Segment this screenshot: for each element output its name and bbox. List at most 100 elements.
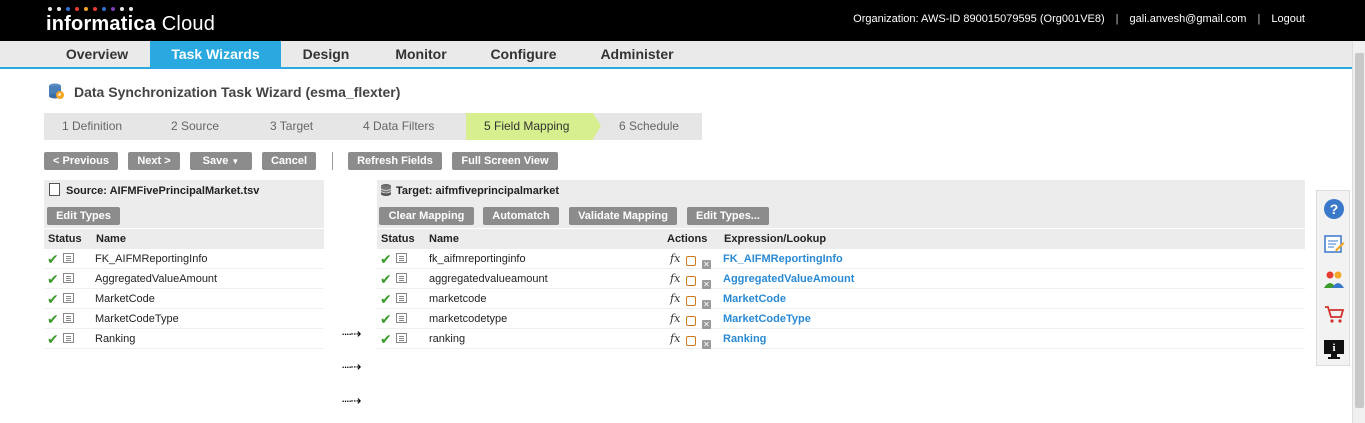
- col-name: Name: [429, 233, 459, 245]
- logo-dot: [48, 7, 52, 11]
- target-field-row[interactable]: ✔ fk_aifmreportinginfo fx ✕ FK_AIFMReporting…: [377, 249, 1305, 269]
- function-icon[interactable]: fx: [670, 329, 680, 349]
- tab-configure[interactable]: Configure: [471, 41, 576, 68]
- logout-link[interactable]: Logout: [1271, 13, 1305, 25]
- tab-task-wizards[interactable]: Task Wizards: [150, 41, 281, 68]
- database-icon: [380, 184, 392, 196]
- logo-dot: [84, 7, 88, 11]
- step-data-filters[interactable]: 4 Data Filters: [363, 113, 434, 140]
- expression-link[interactable]: AggregatedValueAmount: [723, 269, 854, 289]
- community-icon[interactable]: [1323, 268, 1345, 290]
- brand-name: informatica Cloud: [46, 13, 215, 36]
- separator: |: [1115, 13, 1119, 25]
- target-field-row[interactable]: ✔ marketcodetype fx ✕ MarketCodeType: [377, 309, 1305, 329]
- page-title: Data Synchronization Task Wizard (esma_f…: [74, 84, 401, 100]
- cart-icon[interactable]: [1323, 303, 1345, 325]
- target-field-row[interactable]: ✔ aggregatedvalueamount fx ✕ AggregatedValue…: [377, 269, 1305, 289]
- source-field-row[interactable]: ✔ MarketCodeType: [44, 309, 324, 329]
- organization-info: Organization: AWS-ID 890015079595 (Org00…: [853, 13, 1105, 25]
- automatch-button[interactable]: Automatch: [483, 207, 559, 225]
- wizard-steps: 1 Definition 2 Source 3 Target 4 Data Fi…: [44, 113, 702, 140]
- source-field-row[interactable]: ✔ AggregatedValueAmount: [44, 269, 324, 289]
- svg-text:?: ?: [1330, 201, 1339, 217]
- field-details-icon[interactable]: [396, 289, 407, 309]
- logo-dot: [120, 7, 124, 11]
- tab-overview[interactable]: Overview: [44, 41, 150, 68]
- clear-icon[interactable]: ✕: [702, 334, 711, 354]
- field-details-icon[interactable]: [396, 249, 407, 269]
- tab-administer[interactable]: Administer: [576, 41, 698, 68]
- tab-design[interactable]: Design: [281, 41, 371, 68]
- source-column-header: Status Name: [44, 229, 324, 249]
- step-source[interactable]: 2 Source: [171, 113, 219, 140]
- help-icon[interactable]: ?: [1323, 198, 1345, 220]
- target-field-row[interactable]: ✔ ranking fx ✕ Ranking: [377, 329, 1305, 349]
- field-details-icon[interactable]: [63, 329, 74, 349]
- expression-link[interactable]: FK_AIFMReportingInfo: [723, 249, 843, 269]
- source-edit-types-button[interactable]: Edit Types: [47, 207, 120, 225]
- function-icon[interactable]: fx: [670, 289, 680, 309]
- step-field-mapping[interactable]: 5 Field Mapping: [466, 113, 593, 140]
- page-scrollbar[interactable]: [1352, 41, 1365, 423]
- brand-bold: informatica: [46, 13, 157, 35]
- valid-check-icon: ✔: [380, 291, 392, 307]
- logo-dot: [129, 7, 133, 11]
- logo-dot: [57, 7, 61, 11]
- clear-mapping-button[interactable]: Clear Mapping: [379, 207, 474, 225]
- field-details-icon[interactable]: [63, 269, 74, 289]
- source-field-row[interactable]: ✔ Ranking: [44, 329, 324, 349]
- save-button[interactable]: Save ▼: [190, 152, 252, 170]
- scrollbar-thumb[interactable]: [1355, 53, 1364, 408]
- valid-check-icon: ✔: [380, 331, 392, 347]
- field-details-icon[interactable]: [63, 289, 74, 309]
- user-email-link[interactable]: gali.anvesh@gmail.com: [1130, 13, 1247, 25]
- expression-link[interactable]: Ranking: [723, 329, 766, 349]
- source-field-row[interactable]: ✔ MarketCode: [44, 289, 324, 309]
- expression-link[interactable]: MarketCodeType: [723, 309, 811, 329]
- tab-monitor[interactable]: Monitor: [371, 41, 471, 68]
- valid-check-icon: ✔: [380, 251, 392, 267]
- field-details-icon[interactable]: [63, 249, 74, 269]
- top-header: informatica Cloud Organization: AWS-ID 8…: [0, 0, 1365, 41]
- logo-dot: [66, 7, 70, 11]
- edit-notes-icon[interactable]: [1323, 233, 1345, 255]
- col-actions: Actions: [667, 233, 708, 245]
- source-field-name: AggregatedValueAmount: [95, 273, 218, 285]
- step-definition[interactable]: 1 Definition: [62, 113, 122, 140]
- expression-link[interactable]: MarketCode: [723, 289, 786, 309]
- step-target[interactable]: 3 Target: [270, 113, 313, 140]
- info-monitor-icon[interactable]: i: [1323, 338, 1345, 360]
- source-toolbar: Edit Types: [44, 202, 324, 228]
- next-button[interactable]: Next >: [128, 152, 180, 170]
- save-label: Save: [202, 155, 229, 167]
- field-details-icon[interactable]: [63, 309, 74, 329]
- side-icon-bar: ? i: [1316, 190, 1350, 366]
- data-sync-icon: [49, 83, 64, 99]
- target-edit-types-button[interactable]: Edit Types...: [687, 207, 769, 225]
- map-arrow-icon: ····⇢: [341, 393, 361, 408]
- previous-button[interactable]: < Previous: [44, 152, 118, 170]
- validate-mapping-button[interactable]: Validate Mapping: [569, 207, 677, 225]
- valid-check-icon: ✔: [47, 251, 59, 267]
- informatica-logo[interactable]: informatica Cloud: [46, 7, 215, 36]
- map-arrow-icon: ····⇢: [341, 359, 361, 374]
- source-field-row[interactable]: ✔ FK_AIFMReportingInfo: [44, 249, 324, 269]
- col-name: Name: [96, 233, 126, 245]
- valid-check-icon: ✔: [47, 311, 59, 327]
- field-details-icon[interactable]: [396, 269, 407, 289]
- step-schedule[interactable]: 6 Schedule: [619, 113, 679, 140]
- full-screen-view-button[interactable]: Full Screen View: [452, 152, 558, 170]
- field-details-icon[interactable]: [396, 309, 407, 329]
- active-step-arrow: [593, 113, 601, 139]
- target-field-row[interactable]: ✔ marketcode fx ✕ MarketCode: [377, 289, 1305, 309]
- logo-dot: [111, 7, 115, 11]
- function-icon[interactable]: fx: [670, 249, 680, 269]
- lookup-icon[interactable]: [686, 333, 696, 353]
- refresh-fields-button[interactable]: Refresh Fields: [348, 152, 442, 170]
- cancel-button[interactable]: Cancel: [262, 152, 316, 170]
- function-icon[interactable]: fx: [670, 309, 680, 329]
- field-details-icon[interactable]: [396, 329, 407, 349]
- source-field-name: MarketCodeType: [95, 313, 179, 325]
- col-status: Status: [381, 233, 415, 245]
- function-icon[interactable]: fx: [670, 269, 680, 289]
